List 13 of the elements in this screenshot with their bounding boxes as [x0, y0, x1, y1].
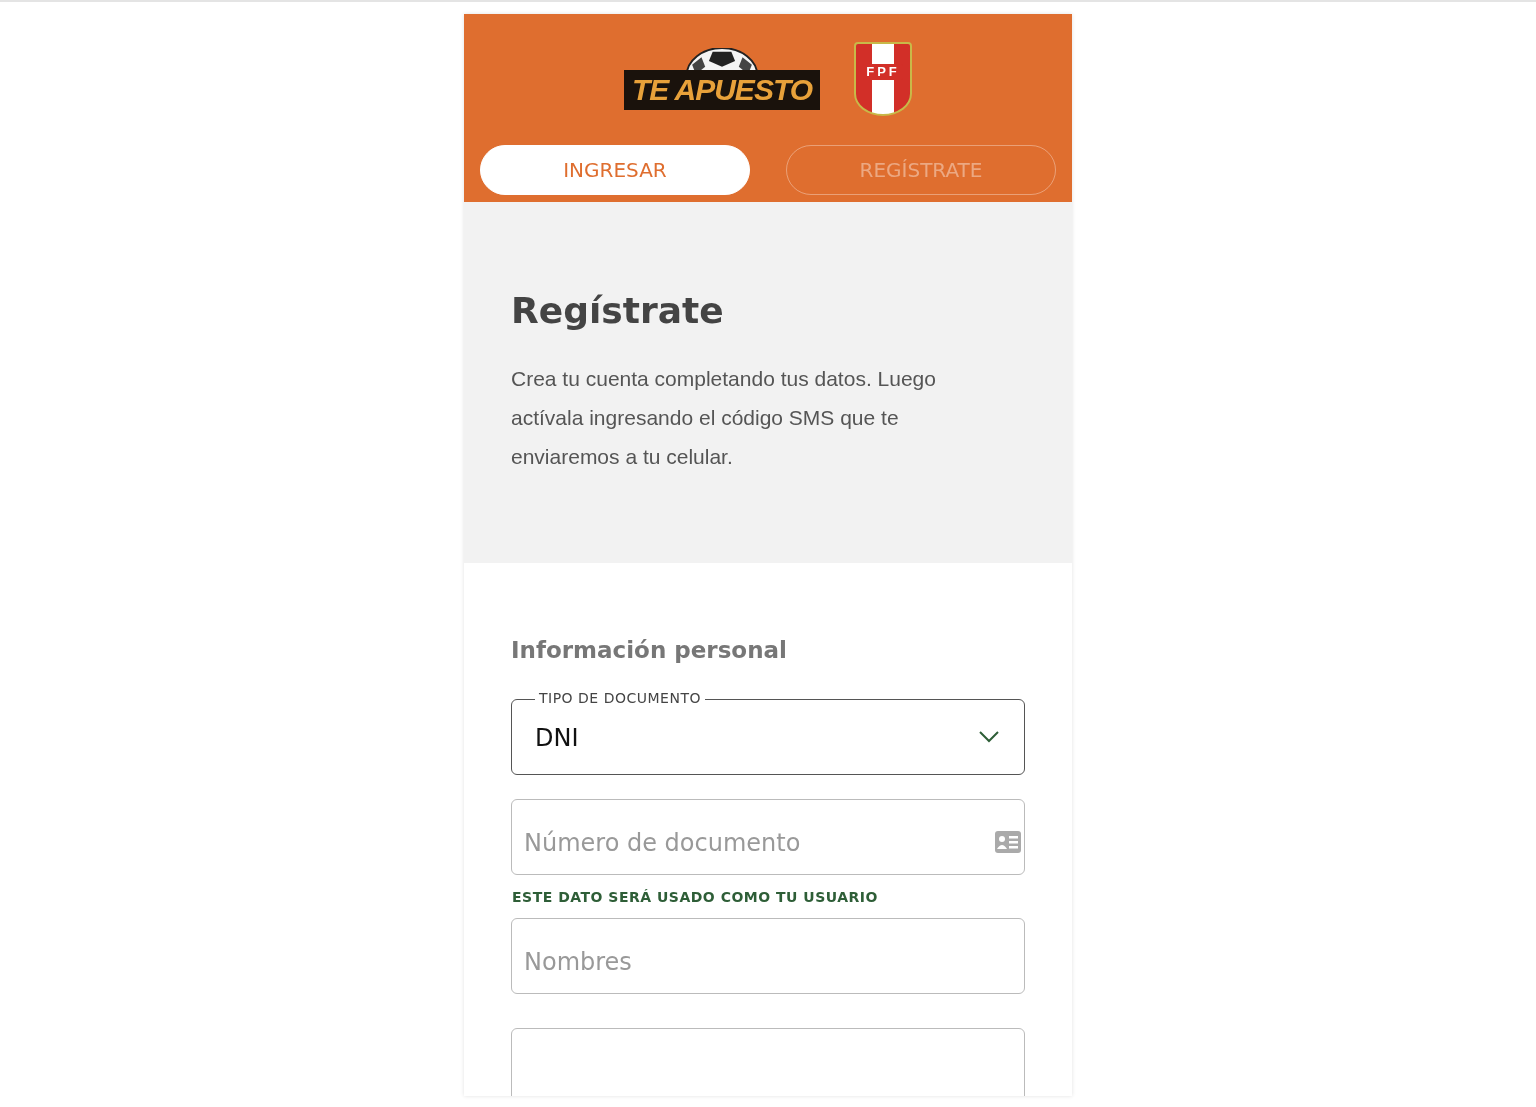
text-field[interactable]: Nombres	[511, 918, 1025, 994]
field-hint: ESTE DATO SERÁ USADO COMO TU USUARIO	[512, 889, 879, 905]
tab[interactable]: INGRESAR	[480, 145, 750, 195]
brand-logo: TE APUESTO	[623, 48, 820, 110]
section-title: Información personal	[511, 637, 788, 663]
shield-logo: FPF	[854, 42, 912, 116]
id-card-icon	[995, 831, 1021, 853]
intro-text: Crea tu cuenta completando tus datos. Luego actívala ingresando el código SMS que te enviaremos a tu celular.	[511, 366, 937, 470]
document-type-select[interactable]: TIPO DE DOCUMENTO DNI	[511, 689, 1025, 775]
text-field[interactable]	[511, 1028, 1025, 1096]
page-title: Regístrate	[511, 290, 725, 331]
chevron-down-icon	[979, 731, 999, 743]
document-number-field[interactable]: Número de documento	[511, 799, 1025, 875]
